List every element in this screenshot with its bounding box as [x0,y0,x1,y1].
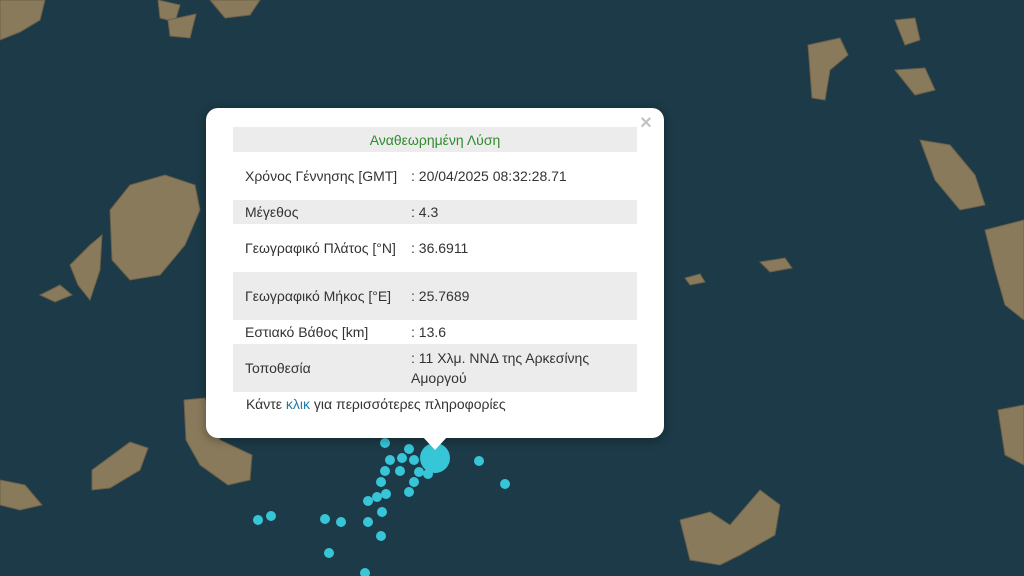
marker[interactable] [363,496,373,506]
more-info-text: Κάντε κλικ για περισσότερες πληροφορίες [246,396,506,412]
value-magnitude: : 4.3 [399,200,637,224]
value-origin-time: : 20/04/2025 08:32:28.71 [411,168,567,184]
marker[interactable] [376,531,386,541]
marker[interactable] [423,469,433,479]
marker[interactable] [381,489,391,499]
marker[interactable] [324,548,334,558]
marker[interactable] [395,466,405,476]
marker[interactable] [377,507,387,517]
value-location: : 11 Χλμ. ΝΝΔ της Αρκεσίνης Αμοργού [399,344,637,392]
marker[interactable] [376,477,386,487]
marker[interactable] [336,517,346,527]
marker[interactable] [500,479,510,489]
label-longitude: Γεωγραφικό Μήκος [°E] [233,272,399,320]
label-location: Τοποθεσία [233,344,399,392]
close-icon[interactable]: × [636,112,656,134]
marker[interactable] [404,487,414,497]
marker[interactable] [372,492,382,502]
marker[interactable] [404,444,414,454]
label-latitude: Γεωγραφικό Πλάτος [°N] [245,240,396,256]
marker[interactable] [414,467,424,477]
marker[interactable] [474,456,484,466]
more-info-suffix: για περισσότερες πληροφορίες [310,396,506,412]
marker[interactable] [320,514,330,524]
label-origin-time: Χρόνος Γέννησης [GMT] [245,168,398,184]
popup-pointer [422,436,448,450]
earthquake-info-popup: × Αναθεωρημένη Λύση Χρόνος Γέννησης [GMT… [206,108,664,438]
label-magnitude: Μέγεθος [233,200,399,224]
marker[interactable] [385,455,395,465]
marker[interactable] [409,477,419,487]
marker[interactable] [380,438,390,448]
marker[interactable] [253,515,263,525]
marker[interactable] [380,466,390,476]
earthquake-info-table: Αναθεωρημένη Λύση Χρόνος Γέννησης [GMT] … [233,127,637,392]
value-latitude: : 36.6911 [411,240,469,256]
marker[interactable] [409,455,419,465]
more-info-prefix: Κάντε [246,396,286,412]
marker[interactable] [363,517,373,527]
value-longitude: : 25.7689 [399,272,637,320]
more-info-link[interactable]: κλικ [286,396,310,412]
marker[interactable] [397,453,407,463]
popup-title: Αναθεωρημένη Λύση [233,127,637,152]
value-depth: : 13.6 [411,324,447,340]
label-depth: Εστιακό Βάθος [km] [245,324,369,340]
marker[interactable] [266,511,276,521]
